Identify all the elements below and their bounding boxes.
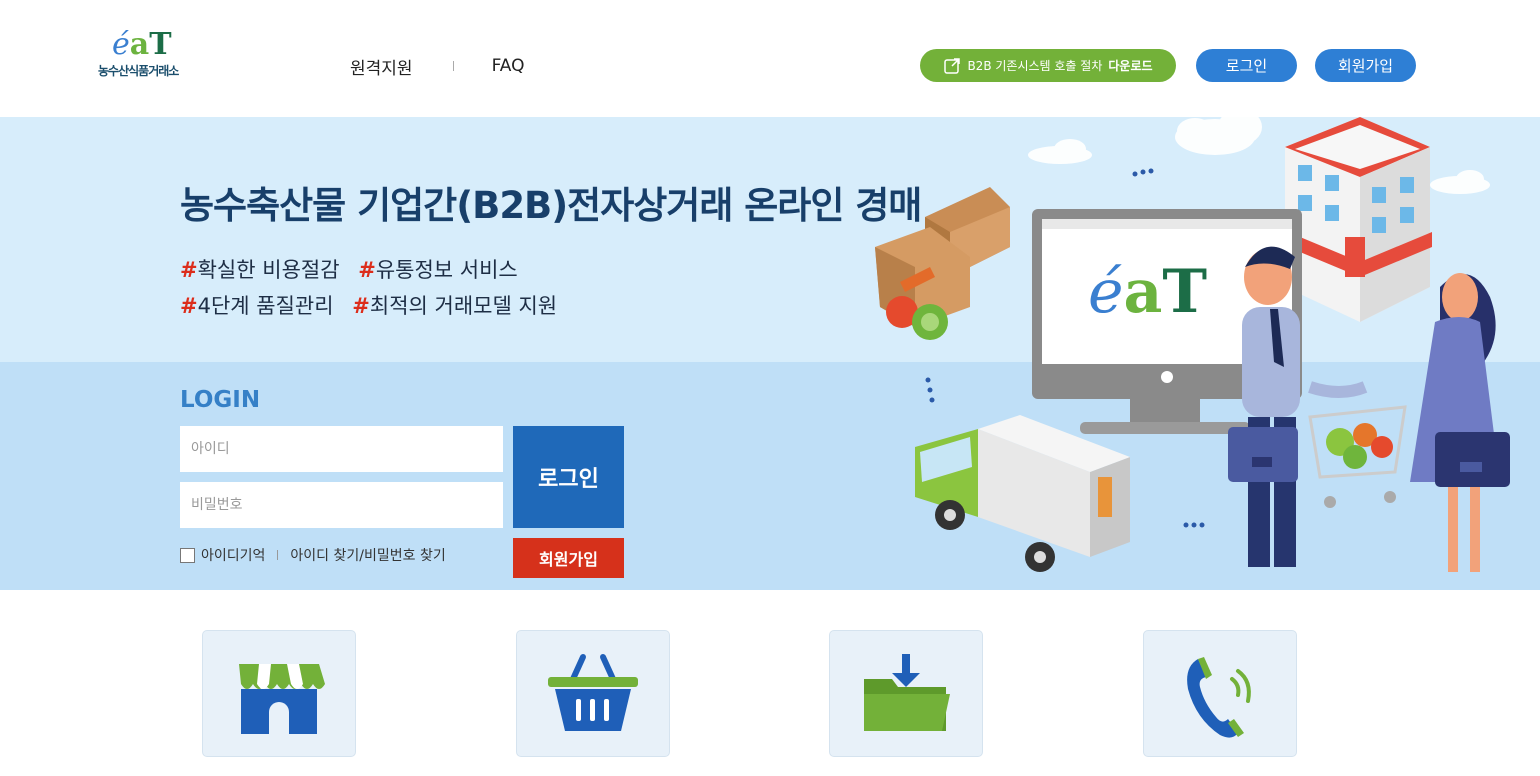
tag-distribution-info: #유통정보 서비스 xyxy=(358,258,518,282)
header-signup-button[interactable]: 회원가입 xyxy=(1315,49,1416,82)
find-id-password-link[interactable]: 아이디 찾기/비밀번호 찾기 xyxy=(290,545,445,565)
businesswoman-icon xyxy=(1410,273,1510,572)
service-documents[interactable] xyxy=(829,630,983,757)
download-prefix: B2B 기존시스템 호출 절차 xyxy=(967,59,1103,73)
remember-divider xyxy=(277,550,279,560)
site-header: éaT 농수산식품거래소 원격지원 FAQ B2B 기존시스템 호출 절차 다운… xyxy=(0,0,1540,117)
produce-boxes-icon xyxy=(875,187,1010,340)
nav-faq[interactable]: FAQ xyxy=(492,56,525,76)
tag-trade-model: #최적의 거래모델 지원 xyxy=(352,294,558,318)
tag-line-1: #확실한 비용절감 #유통정보 서비스 xyxy=(180,252,569,288)
store-icon xyxy=(239,663,325,734)
service-contact[interactable] xyxy=(1143,630,1297,757)
password-input[interactable] xyxy=(180,482,503,528)
b2b-download-button[interactable]: B2B 기존시스템 호출 절차 다운로드 xyxy=(920,49,1176,82)
logo-text: 농수산식품거래소 xyxy=(98,64,179,78)
service-store[interactable] xyxy=(202,630,356,757)
download-label: 다운로드 xyxy=(1108,59,1153,73)
shopping-cart-icon xyxy=(1308,405,1407,508)
remember-id-checkbox[interactable] xyxy=(180,547,195,563)
tag-cost-saving: #확실한 비용절감 xyxy=(180,258,340,282)
folder-download-icon xyxy=(864,653,950,731)
external-link-icon xyxy=(944,57,961,74)
header-login-button[interactable]: 로그인 xyxy=(1196,49,1297,82)
tag-line-2: #4단계 품질관리 #최적의 거래모델 지원 xyxy=(180,288,569,324)
login-title: LOGIN xyxy=(180,387,261,413)
remember-row: 아이디기억 아이디 찾기/비밀번호 찾기 xyxy=(180,545,446,565)
tag-quality-control: #4단계 품질관리 xyxy=(180,294,334,318)
hero-tags: #확실한 비용절감 #유통정보 서비스 #4단계 품질관리 #최적의 거래모델 … xyxy=(180,252,569,324)
site-logo[interactable]: éaT 농수산식품거래소 xyxy=(98,28,208,80)
user-id-input[interactable] xyxy=(180,426,503,472)
delivery-truck-icon xyxy=(915,415,1130,572)
signup-button[interactable]: 회원가입 xyxy=(513,538,624,578)
remember-id-label[interactable]: 아이디기억 xyxy=(201,545,265,565)
phone-icon xyxy=(1187,656,1251,738)
hero-illustration: éaT xyxy=(875,117,1510,572)
building-icon xyxy=(1285,117,1432,322)
main-nav: 원격지원 FAQ xyxy=(350,54,525,79)
nav-divider xyxy=(452,61,454,71)
hero-title: 농수축산물 기업간(B2B)전자상거래 온라인 경매 xyxy=(180,184,922,227)
basket-icon xyxy=(548,653,638,731)
logo-mark: éaT xyxy=(112,27,172,62)
monitor-logo: éaT xyxy=(1088,257,1207,327)
login-submit-button[interactable]: 로그인 xyxy=(513,426,624,528)
service-basket[interactable] xyxy=(516,630,670,757)
nav-remote-support[interactable]: 원격지원 xyxy=(350,54,413,79)
